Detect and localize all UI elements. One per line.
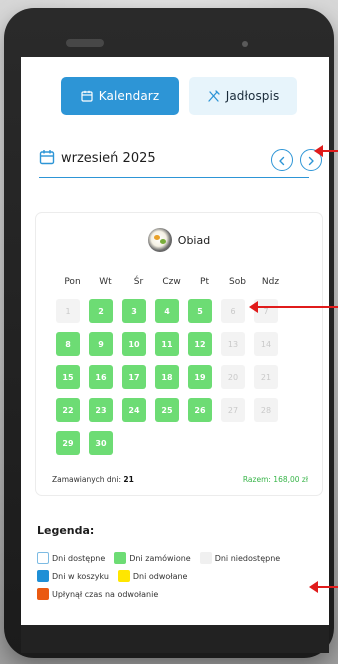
calendar-day-9[interactable]: 9 bbox=[89, 332, 113, 356]
ordered-days-summary: Zamawianych dni: 21 bbox=[52, 475, 134, 484]
dish-icon bbox=[147, 228, 172, 252]
legend-label: Dni w koszyku bbox=[52, 571, 109, 581]
legend-row: Dni dostępne Dni zamówione Dni niedostęp… bbox=[37, 549, 329, 567]
phone-speaker bbox=[66, 39, 104, 47]
legend-row: Upłynął czas na odwołanie bbox=[37, 585, 329, 603]
legend-item: Dni niedostępne bbox=[199, 552, 281, 564]
calendar-day-12[interactable]: 12 bbox=[188, 332, 212, 356]
calendar-icon bbox=[81, 90, 93, 102]
ordered-days-label: Zamawianych dni: bbox=[52, 475, 122, 484]
legend-label: Dni niedostępne bbox=[214, 553, 281, 563]
month-title: wrzesień 2025 bbox=[61, 151, 156, 166]
legend-swatch bbox=[114, 552, 127, 564]
chevron-left-icon bbox=[277, 151, 287, 170]
calendar-day-24[interactable]: 24 bbox=[122, 398, 146, 422]
app-screen: Kalendarz Jadłospis wrzesień 2025 Obiad … bbox=[21, 57, 329, 625]
legend-label: Dni dostępne bbox=[52, 553, 106, 563]
weekday-header: Pon Wt Śr Czw Pt Sob Ndz bbox=[57, 273, 307, 291]
calendar-day-21: 21 bbox=[254, 365, 278, 389]
weekday-label: Sob bbox=[229, 277, 246, 287]
legend-title: Legenda: bbox=[37, 524, 95, 537]
calendar-day-11[interactable]: 11 bbox=[155, 332, 179, 356]
calendar-day-30[interactable]: 30 bbox=[89, 431, 113, 455]
calendar-day-5[interactable]: 5 bbox=[188, 299, 212, 323]
ordered-days-count: 21 bbox=[123, 475, 134, 484]
legend-item: Dni zamówione bbox=[114, 552, 191, 564]
weekday-label: Pon bbox=[64, 277, 81, 287]
annotation-arrow-legend bbox=[309, 581, 338, 593]
phone-bottom-bezel bbox=[21, 625, 329, 653]
legend-item: Dni w koszyku bbox=[37, 570, 109, 582]
legend-swatch bbox=[199, 552, 212, 564]
legend-item: Upłynął czas na odwołanie bbox=[37, 588, 158, 600]
calendar-day-22[interactable]: 22 bbox=[56, 398, 80, 422]
weekday-label: Czw bbox=[162, 277, 181, 287]
calendar-day-25[interactable]: 25 bbox=[155, 398, 179, 422]
calendar-day-23[interactable]: 23 bbox=[89, 398, 113, 422]
legend-item: Dni dostępne bbox=[37, 552, 105, 564]
calendar-day-14: 14 bbox=[254, 332, 278, 356]
calendar-day-13: 13 bbox=[221, 332, 245, 356]
calendar-day-3[interactable]: 3 bbox=[122, 299, 146, 323]
weekday-label: Pt bbox=[200, 277, 209, 287]
meal-label: Obiad bbox=[177, 233, 211, 247]
calendar-day-15[interactable]: 15 bbox=[56, 365, 80, 389]
legend: Dni dostępne Dni zamówione Dni niedostęp… bbox=[37, 549, 329, 603]
calendar-day-4[interactable]: 4 bbox=[155, 299, 179, 323]
weekday-label: Śr bbox=[133, 277, 144, 287]
calendar-day-19[interactable]: 19 bbox=[188, 365, 212, 389]
tab-calendar-label: Kalendarz bbox=[98, 89, 160, 103]
calendar-day-16[interactable]: 16 bbox=[89, 365, 113, 389]
legend-label: Dni odwołane bbox=[132, 571, 188, 581]
calendar-day-1: 1 bbox=[56, 299, 80, 323]
calendar-day-6: 6 bbox=[221, 299, 245, 323]
calendar-card: Obiad Pon Wt Śr Czw Pt Sob Ndz 123456789… bbox=[35, 212, 323, 496]
view-tabs: Kalendarz Jadłospis bbox=[61, 77, 297, 117]
calendar-day-20: 20 bbox=[221, 365, 245, 389]
calendar-day-26[interactable]: 26 bbox=[188, 398, 212, 422]
calendar-day-17[interactable]: 17 bbox=[122, 365, 146, 389]
calendar-icon bbox=[39, 149, 55, 169]
month-underline bbox=[39, 177, 309, 179]
total-summary: Razem: 168,00 zł bbox=[243, 475, 308, 484]
legend-row: Dni w koszyku Dni odwołane bbox=[37, 567, 329, 585]
legend-swatch bbox=[37, 552, 49, 564]
phone-frame: Kalendarz Jadłospis wrzesień 2025 Obiad … bbox=[4, 8, 334, 658]
annotation-arrow-calendar bbox=[249, 301, 338, 313]
calendar-day-18[interactable]: 18 bbox=[155, 365, 179, 389]
phone-camera bbox=[242, 41, 248, 47]
prev-month-button[interactable] bbox=[271, 149, 293, 171]
tab-calendar[interactable]: Kalendarz bbox=[61, 77, 179, 115]
calendar-day-8[interactable]: 8 bbox=[56, 332, 80, 356]
calendar-day-2[interactable]: 2 bbox=[89, 299, 113, 323]
calendar-day-10[interactable]: 10 bbox=[122, 332, 146, 356]
legend-label: Upłynął czas na odwołanie bbox=[52, 589, 159, 599]
total-value: 168,00 zł bbox=[273, 475, 308, 484]
annotation-arrow-next bbox=[314, 145, 338, 157]
total-label: Razem: bbox=[242, 475, 271, 484]
legend-swatch bbox=[37, 588, 49, 600]
legend-label: Dni zamówione bbox=[129, 553, 191, 563]
legend-swatch bbox=[117, 570, 130, 582]
weekday-label: Wt bbox=[99, 277, 112, 287]
calendar-grid: 1 2 3 4 5 6 7 8 9 10 11 12 13 14 15 16 17 18 19 20 21 22 23 24 2… bbox=[56, 299, 278, 455]
utensils-icon bbox=[207, 89, 220, 103]
legend-swatch bbox=[37, 570, 49, 582]
calendar-day-28: 28 bbox=[254, 398, 278, 422]
legend-item: Dni odwołane bbox=[117, 570, 188, 582]
meal-header: Obiad bbox=[36, 227, 322, 253]
tab-menu-label: Jadłospis bbox=[225, 89, 280, 103]
month-header: wrzesień 2025 bbox=[39, 147, 323, 179]
weekday-label: Ndz bbox=[261, 277, 280, 287]
calendar-day-27: 27 bbox=[221, 398, 245, 422]
calendar-day-29[interactable]: 29 bbox=[56, 431, 80, 455]
tab-menu[interactable]: Jadłospis bbox=[189, 77, 297, 115]
